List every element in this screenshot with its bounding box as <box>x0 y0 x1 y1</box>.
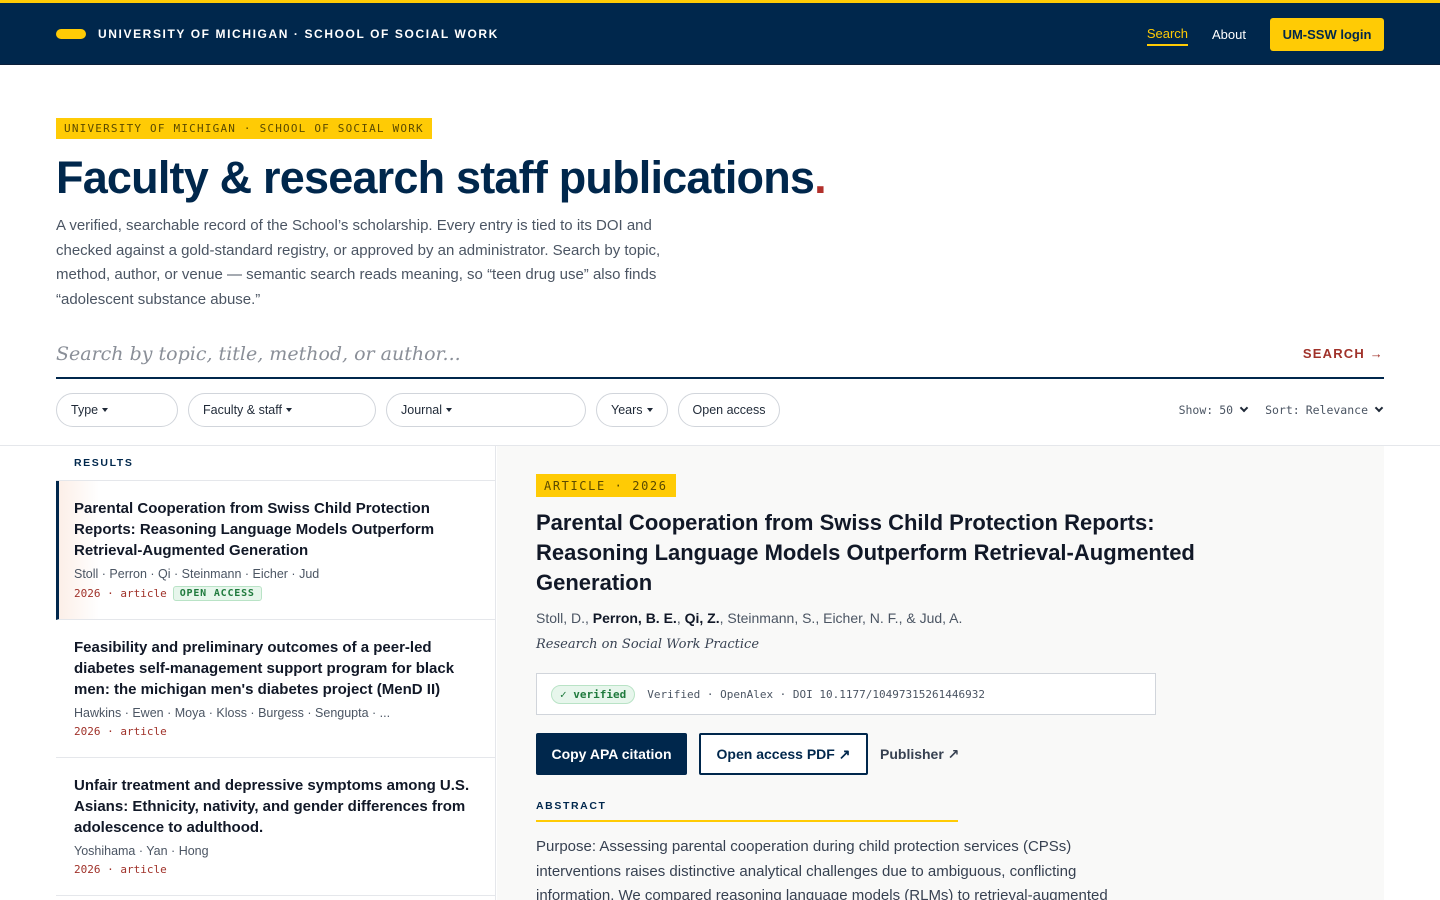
search-bar: SEARCH → <box>56 332 1384 379</box>
detail-journal: Research on Social Work Practice <box>536 637 760 652</box>
verification-text: Verified · OpenAlex · DOI 10.1177/104973… <box>647 687 985 701</box>
search-button[interactable]: SEARCH → <box>1303 346 1384 361</box>
filter-faculty-label: Faculty & staff <box>203 403 282 417</box>
show-select[interactable]: Show: 50 <box>1178 403 1249 417</box>
author-text: , Steinmann, S., Eicher, N. F., & Jud, A… <box>719 610 963 626</box>
list-controls: Show: 50 Sort: Relevance <box>1178 393 1384 427</box>
result-year-type: 2026 · article <box>74 587 167 600</box>
verified-badge: ✓ verified <box>551 684 636 704</box>
top-navbar: UNIVERSITY OF MICHIGAN · SCHOOL OF SOCIA… <box>0 0 1440 65</box>
results-heading: RESULTS <box>56 446 495 481</box>
result-meta: 2026 · article <box>74 725 477 738</box>
detail-actions: Copy APA citation Open access PDF ↗ Publ… <box>536 733 959 775</box>
results-list: RESULTS Parental Cooperation from Swiss … <box>56 446 496 900</box>
abstract-text: Purpose: Assessing parental cooperation … <box>536 838 1108 900</box>
result-meta: 2026 · article <box>74 863 477 876</box>
caret-down-icon <box>446 408 452 412</box>
result-title: Unfair treatment and depressive symptoms… <box>74 777 470 836</box>
show-value: 50 <box>1219 403 1234 417</box>
result-item[interactable]: Feasibility and preliminary outcomes of … <box>56 620 495 758</box>
brand-text: UNIVERSITY OF MICHIGAN · SCHOOL OF SOCIA… <box>98 27 499 41</box>
page-title-dot: . <box>814 152 826 203</box>
caret-down-icon <box>646 408 653 412</box>
author-text: Stoll, D., <box>536 610 593 626</box>
result-item[interactable]: Unfair treatment and depressive symptoms… <box>56 758 495 896</box>
filter-type[interactable]: Type <box>56 393 178 427</box>
filter-open-access[interactable]: Open access <box>677 393 781 427</box>
chevron-down-icon <box>1239 403 1249 413</box>
result-title: Parental Cooperation from Swiss Child Pr… <box>74 500 435 559</box>
hero-eyebrow: UNIVERSITY OF MICHIGAN · SCHOOL OF SOCIA… <box>56 118 432 139</box>
detail-title: Parental Cooperation from Swiss Child Pr… <box>536 510 1195 595</box>
login-button[interactable]: UM-SSW login <box>1270 17 1384 51</box>
result-year-type: 2026 · article <box>74 725 167 738</box>
author-highlight: Perron, B. E. <box>592 610 677 626</box>
open-access-badge: OPEN ACCESS <box>172 586 262 601</box>
nav-search-link[interactable]: Search <box>1146 22 1189 46</box>
filter-years[interactable]: Years <box>596 393 668 427</box>
search-input[interactable] <box>56 336 1256 372</box>
result-authors: Stoll · Perron · Qi · Steinmann · Eicher… <box>74 567 320 581</box>
caret-down-icon <box>285 408 292 412</box>
result-title: Feasibility and preliminary outcomes of … <box>74 639 455 698</box>
sort-value: Relevance <box>1305 403 1368 417</box>
show-label: Show: <box>1178 403 1214 417</box>
intro-text: A verified, searchable record of the Sch… <box>56 217 661 308</box>
author-highlight: Qi, Z. <box>684 610 720 626</box>
brand-logo-icon <box>56 29 86 39</box>
result-authors: Yoshihama · Yan · Hong <box>74 844 209 858</box>
detail-authors: Stoll, D., Perron, B. E., Qi, Z., Steinm… <box>536 610 962 626</box>
copy-citation-button[interactable]: Copy APA citation <box>536 733 687 775</box>
result-authors: Hawkins · Ewen · Moya · Kloss · Burgess … <box>74 706 391 720</box>
page-title: Faculty & research staff publications. <box>56 152 827 204</box>
result-item-selected[interactable]: Parental Cooperation from Swiss Child Pr… <box>56 481 495 620</box>
open-pdf-button[interactable]: Open access PDF ↗ <box>699 733 868 775</box>
sort-select[interactable]: Sort: Relevance <box>1265 403 1384 417</box>
page-title-text: Faculty & research staff publications <box>56 152 815 203</box>
filter-open-access-label: Open access <box>692 403 766 417</box>
publisher-link[interactable]: Publisher ↗ <box>880 746 959 763</box>
brand[interactable]: UNIVERSITY OF MICHIGAN · SCHOOL OF SOCIA… <box>56 3 499 65</box>
main-nav: Search About UM-SSW login <box>1146 3 1384 65</box>
result-meta: 2026 · article OPEN ACCESS <box>74 586 477 601</box>
sort-label: Sort: <box>1265 403 1300 417</box>
nav-about-link[interactable]: About <box>1212 23 1246 46</box>
result-year-type: 2026 · article <box>74 863 167 876</box>
filter-type-label: Type <box>71 403 99 417</box>
filter-bar: Type Faculty & staff Journal Years Open … <box>56 393 781 427</box>
verification-box: ✓ verified Verified · OpenAlex · DOI 10.… <box>536 673 1156 715</box>
filter-faculty[interactable]: Faculty & staff <box>188 393 376 427</box>
filter-journal-label: Journal <box>401 403 442 417</box>
filter-journal[interactable]: Journal <box>386 393 586 427</box>
publication-detail: ARTICLE · 2026 Parental Cooperation from… <box>497 446 1384 900</box>
caret-down-icon <box>102 408 109 412</box>
abstract-heading: ABSTRACT <box>536 800 958 822</box>
chevron-down-icon <box>1374 403 1384 413</box>
detail-type-tag: ARTICLE · 2026 <box>536 474 676 497</box>
author-text: , <box>676 610 685 626</box>
filter-years-label: Years <box>611 403 643 417</box>
